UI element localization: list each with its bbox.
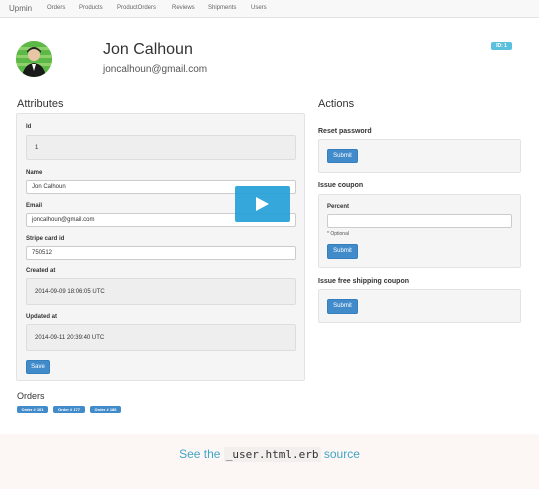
name-label: Name (26, 170, 43, 176)
stripe-card-input-value: 750512 (32, 250, 53, 256)
reset-password-submit-button[interactable]: Submit (327, 149, 358, 163)
avatar (16, 41, 52, 77)
stripe-card-label: Stripe card id (26, 236, 65, 242)
id-value: 1 (35, 145, 39, 151)
name-input-value: Jon Calhoun (32, 184, 66, 190)
free-shipping-submit-button[interactable]: Submit (327, 299, 358, 314)
email-label: Email (26, 203, 43, 209)
updated-at-label: Updated at (26, 314, 58, 320)
attributes-title: Attributes (17, 98, 64, 110)
issue-coupon-label: Issue coupon (318, 182, 364, 189)
created-at-value: 2014-09-09 18:06:05 UTC (35, 289, 105, 295)
percent-help-text: * Optional (327, 231, 349, 237)
email-input-value: joncalhoun@gmail.com (32, 217, 95, 223)
stripe-card-input[interactable]: 750512 (26, 246, 296, 260)
percent-label: Percent (327, 204, 350, 210)
footer-suffix: source (323, 447, 360, 461)
nav-item-reviews[interactable]: Reviews (172, 5, 195, 11)
updated-at-box: 2014-09-11 20:39:40 UTC (26, 324, 296, 351)
order-badge-101[interactable]: Order # 101 (17, 406, 48, 413)
id-label: Id (26, 124, 32, 130)
percent-input[interactable] (327, 214, 512, 228)
user-email: joncalhoun@gmail.com (103, 64, 208, 75)
nav-item-orders[interactable]: Orders (47, 5, 65, 11)
order-badge-186[interactable]: Order # 186 (90, 406, 121, 413)
play-icon (256, 197, 269, 211)
nav-item-productorders[interactable]: ProductOrders (117, 5, 156, 11)
actions-title: Actions (318, 98, 355, 110)
reset-password-label: Reset password (318, 128, 372, 135)
nav-item-products[interactable]: Products (79, 5, 103, 11)
navbar: Upmin Orders Products ProductOrders Revi… (0, 0, 539, 18)
nav-item-shipments[interactable]: Shipments (208, 5, 236, 11)
footer-source-link[interactable]: See the _user.html.erb source (0, 447, 539, 462)
created-at-box: 2014-09-09 18:06:05 UTC (26, 278, 296, 305)
user-name: Jon Calhoun (103, 41, 193, 58)
save-button[interactable]: Save (26, 360, 50, 374)
id-value-box: 1 (26, 135, 296, 160)
order-badge-177[interactable]: Order # 177 (53, 406, 85, 413)
updated-at-value: 2014-09-11 20:39:40 UTC (35, 335, 105, 341)
id-badge: ID: 1 (491, 42, 512, 50)
nav-item-users[interactable]: Users (251, 5, 267, 11)
issue-coupon-submit-button[interactable]: Submit (327, 244, 358, 259)
free-shipping-label: Issue free shipping coupon (318, 278, 410, 285)
brand-link[interactable]: Upmin (9, 4, 32, 13)
footer-filename: _user.html.erb (223, 447, 321, 462)
play-button[interactable] (235, 186, 290, 222)
orders-title: Orders (17, 391, 45, 401)
footer-prefix: See the (179, 447, 221, 461)
created-at-label: Created at (26, 268, 56, 274)
